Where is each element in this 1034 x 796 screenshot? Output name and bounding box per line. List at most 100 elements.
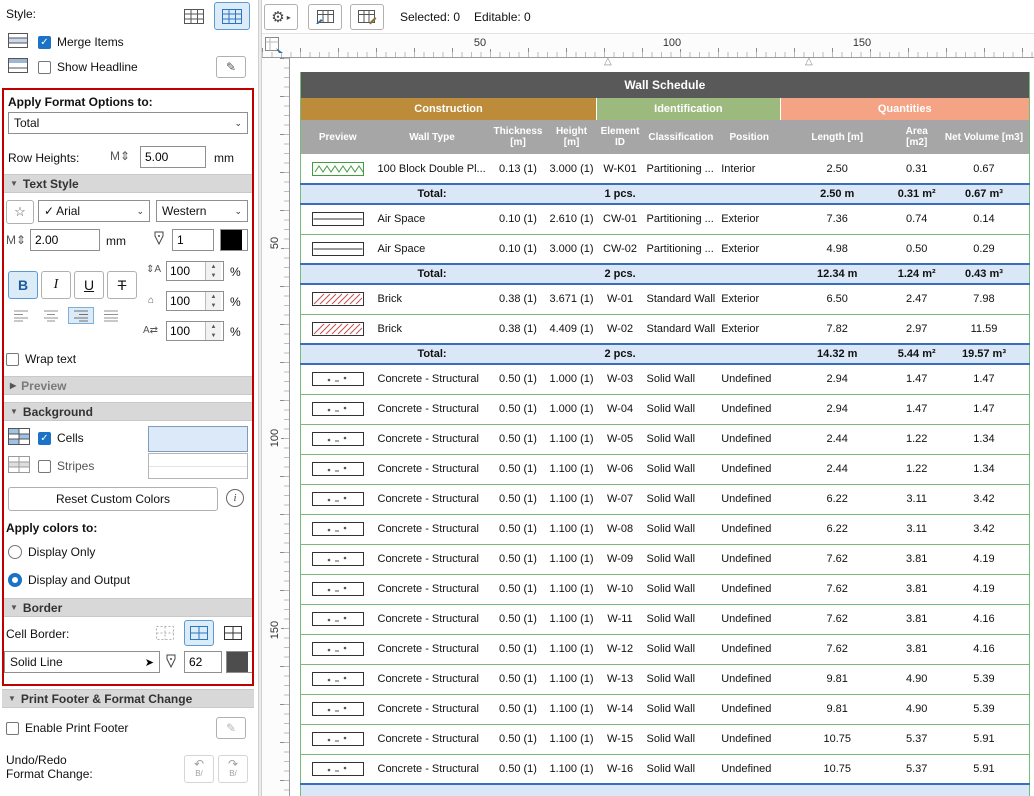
cells-checkbox[interactable]: ✓ Cells (38, 431, 84, 445)
schedule-row[interactable]: Air Space0.10 (1)2.610 (1)CW-01Partition… (301, 204, 1030, 234)
schedule-row[interactable]: Concrete - Structural0.50 (1)1.100 (1)W-… (301, 634, 1030, 664)
edit-print-footer-button[interactable]: ✎ (216, 717, 246, 739)
cell-length[interactable]: 6.22 (780, 514, 894, 544)
cell-thickness[interactable] (490, 264, 547, 284)
cell-length[interactable]: 7.62 (780, 604, 894, 634)
cell-element-id[interactable]: W-03 (597, 364, 644, 394)
cell-wall-type[interactable]: Concrete - Structural (375, 634, 490, 664)
cell-net-volume[interactable]: 5.91 (939, 724, 1029, 754)
cell-element-id[interactable]: W-08 (597, 514, 644, 544)
cell-net-volume[interactable] (939, 784, 1029, 796)
cell-height[interactable]: 1.100 (1) (547, 724, 597, 754)
cell-height[interactable]: 3.000 (1) (547, 154, 597, 184)
cell-thickness[interactable] (490, 784, 547, 796)
cell-net-volume[interactable]: 1.34 (939, 424, 1029, 454)
cell-element-id[interactable]: CW-02 (597, 234, 644, 264)
column-header-height[interactable]: Height [m] (547, 120, 597, 154)
cell-net-volume[interactable]: 4.19 (939, 544, 1029, 574)
cell-wall-type[interactable]: Air Space (375, 234, 490, 264)
layout-marker-icon[interactable]: △ (604, 56, 612, 67)
cell-thickness[interactable]: 0.50 (1) (490, 634, 547, 664)
cell-area[interactable]: 0.50 (894, 234, 939, 264)
cell-wall-type[interactable]: Concrete - Structural (375, 514, 490, 544)
cell-preview[interactable] (301, 264, 375, 284)
align-right-button[interactable] (68, 307, 94, 324)
align-justify-button[interactable] (98, 307, 124, 324)
cell-area[interactable]: 2.47 (894, 284, 939, 314)
cell-wall-type[interactable]: Concrete - Structural (375, 454, 490, 484)
cell-thickness[interactable]: 0.50 (1) (490, 454, 547, 484)
stepper-down-icon[interactable]: ▼ (206, 331, 221, 340)
cell-preview[interactable] (301, 344, 375, 364)
layout-marker-icon[interactable]: △ (805, 56, 813, 67)
cell-element-id[interactable]: W-01 (597, 284, 644, 314)
stepper-down-icon[interactable]: ▼ (206, 301, 221, 310)
cell-net-volume[interactable]: 5.91 (939, 754, 1029, 784)
cell-thickness[interactable]: 0.38 (1) (490, 284, 547, 314)
cell-preview[interactable] (301, 184, 375, 204)
cell-height[interactable]: 1.100 (1) (547, 514, 597, 544)
cell-area[interactable]: 5.37 (894, 754, 939, 784)
cell-height[interactable]: 1.000 (1) (547, 394, 597, 424)
schedule-row[interactable]: Air Space0.10 (1)3.000 (1)CW-02Partition… (301, 234, 1030, 264)
cell-element-id[interactable]: W-09 (597, 544, 644, 574)
cell-net-volume[interactable]: 3.42 (939, 514, 1029, 544)
strikethrough-button[interactable]: T (107, 271, 137, 299)
cell-height[interactable]: 1.100 (1) (547, 544, 597, 574)
line-type-dropdown[interactable]: Solid Line ➤ (4, 651, 160, 673)
cell-thickness[interactable]: 0.50 (1) (490, 604, 547, 634)
schedule-row[interactable]: Concrete - Structural0.50 (1)1.100 (1)W-… (301, 754, 1030, 784)
cell-preview[interactable] (301, 604, 375, 634)
cell-thickness[interactable]: 0.50 (1) (490, 394, 547, 424)
cell-net-volume[interactable]: 0.67 (939, 154, 1029, 184)
border-all-button[interactable] (218, 620, 248, 646)
cell-wall-type[interactable] (375, 784, 490, 796)
cell-classification[interactable] (644, 784, 719, 796)
cell-net-volume[interactable]: 3.42 (939, 484, 1029, 514)
column-header-thickness[interactable]: Thickness [m] (490, 120, 547, 154)
background-section-header[interactable]: ▼ Background (4, 402, 252, 421)
cell-length[interactable]: 10.75 (780, 754, 894, 784)
cell-position[interactable]: Exterior (718, 284, 780, 314)
cell-element-id[interactable]: W-05 (597, 424, 644, 454)
cell-element-id[interactable]: W-02 (597, 314, 644, 344)
ruler-origin-icon[interactable] (264, 36, 284, 57)
cell-area[interactable]: 1.24 m² (894, 264, 939, 284)
cell-position[interactable]: Undefined (718, 754, 780, 784)
cell-wall-type[interactable]: Concrete - Structural (375, 724, 490, 754)
cell-classification[interactable] (644, 344, 719, 364)
tracking-input[interactable] (167, 322, 205, 340)
cell-area[interactable]: 1.22 (894, 424, 939, 454)
schedule-row[interactable]: Brick0.38 (1)3.671 (1)W-01Standard WallE… (301, 284, 1030, 314)
cell-thickness[interactable] (490, 184, 547, 204)
schedule-row[interactable]: Concrete - Structural0.50 (1)1.000 (1)W-… (301, 364, 1030, 394)
schedule-row[interactable]: Concrete - Structural0.50 (1)1.100 (1)W-… (301, 544, 1030, 574)
cell-length[interactable]: 2.44 (780, 454, 894, 484)
align-center-button[interactable] (38, 307, 64, 324)
cell-thickness[interactable]: 0.50 (1) (490, 364, 547, 394)
cell-net-volume[interactable]: 0.14 (939, 204, 1029, 234)
cell-position[interactable]: Undefined (718, 574, 780, 604)
cell-element-id[interactable]: W-K01 (597, 154, 644, 184)
cell-thickness[interactable]: 0.50 (1) (490, 694, 547, 724)
cell-element-id[interactable]: CW-01 (597, 204, 644, 234)
cell-area[interactable]: 5.37 (894, 724, 939, 754)
column-header-area[interactable]: Area [m2] (894, 120, 939, 154)
schedule-canvas[interactable]: Wall ScheduleConstructionIdentificationQ… (290, 58, 1034, 796)
cell-classification[interactable]: Solid Wall (644, 544, 719, 574)
cell-net-volume[interactable]: 19.57 m³ (939, 344, 1029, 364)
cell-wall-type[interactable]: Concrete - Structural (375, 484, 490, 514)
align-left-button[interactable] (8, 307, 34, 324)
style-uniform-button[interactable] (176, 2, 212, 30)
cell-thickness[interactable] (490, 344, 547, 364)
column-header-length[interactable]: Length [m] (780, 120, 894, 154)
cell-net-volume[interactable]: 0.29 (939, 234, 1029, 264)
cell-height[interactable]: 3.671 (1) (547, 284, 597, 314)
cell-classification[interactable]: Solid Wall (644, 454, 719, 484)
cell-position[interactable]: Exterior (718, 314, 780, 344)
cell-area[interactable]: 4.90 (894, 694, 939, 724)
cell-classification[interactable]: Solid Wall (644, 394, 719, 424)
cell-thickness[interactable]: 0.50 (1) (490, 544, 547, 574)
cell-height[interactable] (547, 264, 597, 284)
font-size-input[interactable] (30, 229, 100, 251)
